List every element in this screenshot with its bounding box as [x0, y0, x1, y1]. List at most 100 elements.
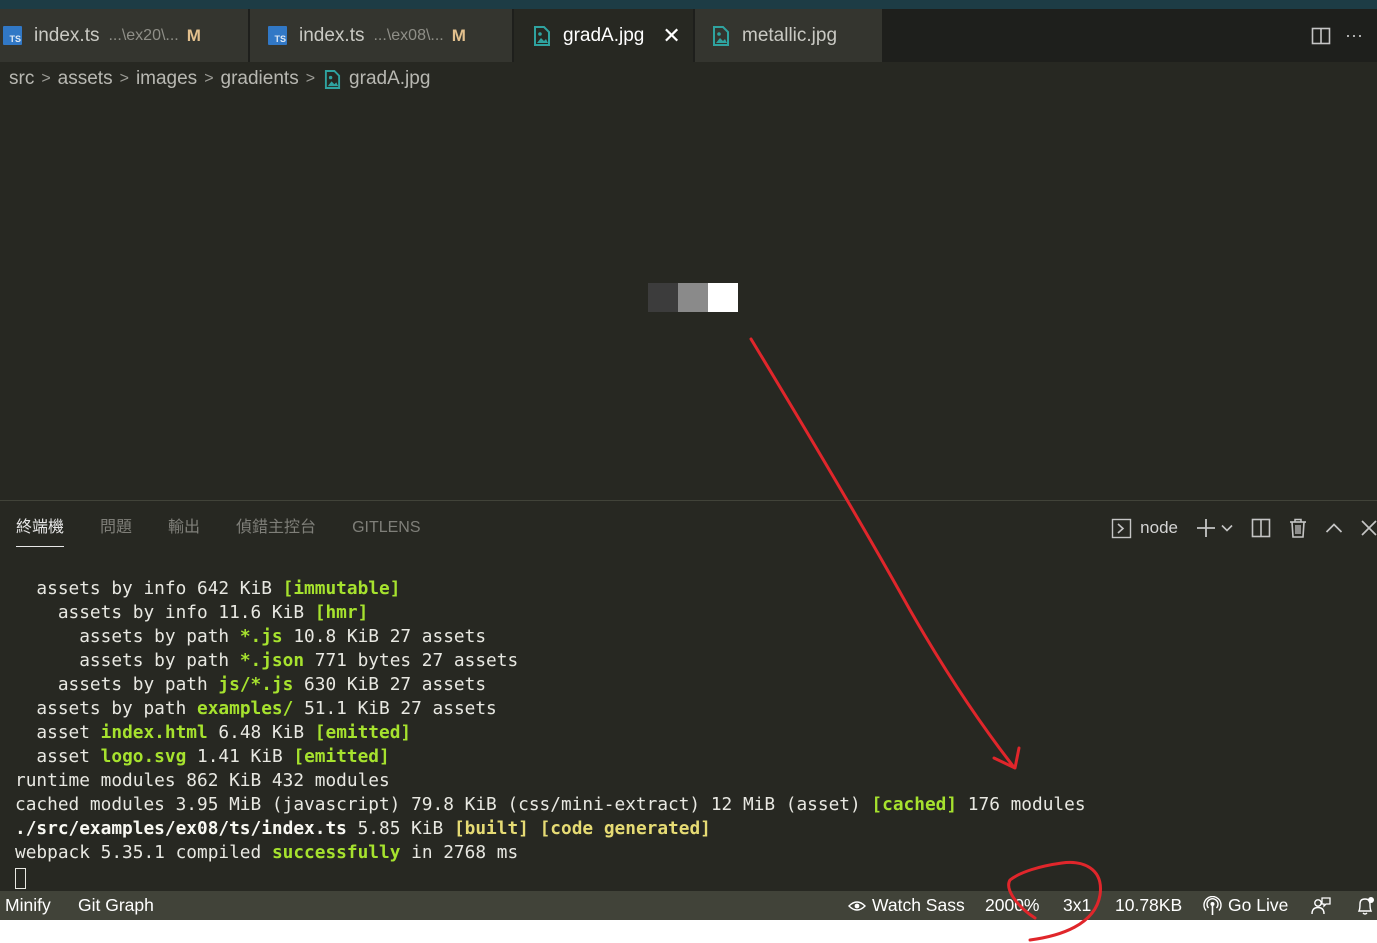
terminal-segment: assets by info 11.6 KiB — [15, 602, 315, 623]
terminal-segment: *.json — [239, 650, 305, 671]
terminal-segment: 6.48 KiB — [207, 722, 315, 743]
chevron-right-icon: > — [204, 70, 214, 87]
terminal-segment: 771 bytes 27 assets — [304, 650, 519, 671]
terminal-segment: 1.41 KiB — [186, 746, 294, 767]
chevron-right-icon: > — [119, 70, 129, 87]
tab-terminal[interactable]: 終端機 — [16, 515, 65, 547]
breadcrumb-item[interactable]: images — [136, 68, 197, 90]
watch-sass-label: Watch Sass — [872, 895, 965, 915]
close-icon[interactable]: ✕ — [662, 23, 680, 49]
terminal-segment: runtime modules 862 KiB 432 modules — [15, 770, 390, 791]
terminal-line: runtime modules 862 KiB 432 modules — [15, 769, 1365, 793]
typescript-icon: TS — [268, 26, 287, 45]
terminal-segment: [built] — [453, 818, 529, 839]
vscode-window: TS index.ts ...\ex20\... M TS index.ts .… — [0, 0, 1377, 920]
terminal-cursor-line — [15, 865, 1365, 889]
image-file-icon — [713, 25, 729, 46]
terminal-icon — [1111, 518, 1132, 538]
maximize-panel-button[interactable] — [1325, 522, 1343, 534]
tab-description: ...\ex08\... — [373, 26, 444, 44]
tab-metallic-jpg[interactable]: metallic.jpg — [695, 9, 883, 62]
chevron-up-icon — [1325, 523, 1343, 533]
tab-index-ts-ex08[interactable]: TS index.ts ...\ex08\... M — [250, 9, 513, 62]
tab-label: gradA.jpg — [563, 24, 645, 46]
terminal-segment: *.js — [239, 626, 283, 647]
tab-index-ts-ex20[interactable]: TS index.ts ...\ex20\... M — [0, 9, 249, 62]
terminal-segment: asset — [15, 722, 101, 743]
terminal-segment: assets by path — [15, 698, 197, 719]
panel-tabs: 終端機 問題 輸出 偵錯主控台 GITLENS — [16, 515, 457, 549]
tab-problems[interactable]: 問題 — [100, 515, 132, 547]
terminal-segment: assets by info 642 KiB — [15, 578, 283, 599]
terminal-segment: cached modules 3.95 MiB (javascript) 79.… — [15, 794, 872, 815]
previewed-image[interactable] — [648, 283, 738, 312]
eye-icon — [848, 900, 866, 911]
terminal-line: assets by path js/*.js 630 KiB 27 assets — [15, 673, 1365, 697]
terminal-line: ./src/examples/ex08/ts/index.ts 5.85 KiB… — [15, 817, 1365, 841]
close-panel-button[interactable] — [1361, 520, 1377, 536]
kill-terminal-button[interactable] — [1289, 518, 1307, 538]
zoom-level[interactable]: 2000% — [985, 891, 1040, 920]
tab-label: index.ts — [34, 24, 100, 46]
notifications-button[interactable] — [1355, 891, 1377, 920]
terminal-output[interactable]: assets by info 642 KiB [immutable] asset… — [15, 577, 1365, 889]
go-live-button[interactable]: Go Live — [1203, 891, 1288, 920]
tab-description: ...\ex20\... — [108, 26, 179, 44]
terminal-line: asset index.html 6.48 KiB [emitted] — [15, 721, 1365, 745]
tab-gitlens[interactable]: GITLENS — [352, 515, 420, 547]
panel-actions: node — [1111, 513, 1377, 543]
git-graph-button[interactable]: Git Graph — [78, 891, 154, 920]
terminal-segment: 630 KiB 27 assets — [293, 674, 487, 695]
image-preview-area[interactable] — [0, 96, 1377, 500]
terminal-line: asset logo.svg 1.41 KiB [emitted] — [15, 745, 1365, 769]
status-bar: Minify Git Graph Watch Sass 2000% 3x1 10… — [0, 891, 1377, 920]
chevron-down-icon[interactable] — [1221, 522, 1233, 534]
terminal-segment: examples/ — [197, 698, 294, 719]
pixel — [708, 283, 738, 312]
broadcast-icon — [1203, 895, 1222, 915]
terminal-line: assets by path *.js 10.8 KiB 27 assets — [15, 625, 1365, 649]
title-strip — [0, 0, 1377, 9]
modified-badge: M — [186, 25, 201, 45]
terminal-segment: assets by path — [15, 674, 219, 695]
terminal-line: assets by info 11.6 KiB [hmr] — [15, 601, 1365, 625]
terminal-segment: [hmr] — [314, 602, 369, 623]
more-actions-icon[interactable]: ··· — [1345, 25, 1363, 46]
terminal-segment: assets by path — [15, 626, 240, 647]
modified-badge: M — [451, 25, 466, 45]
breadcrumb-item[interactable]: gradients — [221, 68, 299, 90]
image-file-icon — [324, 69, 341, 89]
chevron-right-icon: > — [305, 70, 316, 87]
terminal-selector[interactable]: node — [1111, 518, 1178, 539]
breadcrumb-item[interactable]: assets — [58, 68, 113, 90]
terminal-segment: asset — [15, 746, 101, 767]
terminal-line: assets by info 642 KiB [immutable] — [15, 577, 1365, 601]
tab-debug-console[interactable]: 偵錯主控台 — [236, 515, 316, 547]
terminal-segment: 176 modules — [957, 794, 1086, 815]
terminal-line: assets by path *.json 771 bytes 27 asset… — [15, 649, 1365, 673]
feedback-button[interactable] — [1311, 891, 1331, 920]
tab-grada-jpg[interactable]: gradA.jpg ✕ — [514, 9, 694, 62]
terminal-line: webpack 5.35.1 compiled successfully in … — [15, 841, 1365, 865]
watch-sass-button[interactable]: Watch Sass — [848, 891, 965, 920]
terminal-segment: logo.svg — [100, 746, 187, 767]
terminal-segment: 5.85 KiB — [346, 818, 454, 839]
feedback-person-icon — [1311, 896, 1331, 914]
terminal-segment: in 2768 ms — [400, 842, 519, 863]
breadcrumb-item[interactable]: gradA.jpg — [349, 68, 430, 90]
terminal-segment: [cached] — [871, 794, 958, 815]
new-terminal-button[interactable] — [1196, 518, 1233, 538]
terminal-segment: successfully — [271, 842, 401, 863]
breadcrumb-item[interactable]: src — [9, 68, 34, 90]
minify-button[interactable]: Minify — [5, 891, 51, 920]
terminal-segment — [529, 818, 540, 839]
terminal-segment: webpack 5.35.1 compiled — [15, 842, 272, 863]
editor-tab-bar: TS index.ts ...\ex20\... M TS index.ts .… — [0, 9, 1377, 62]
tab-output[interactable]: 輸出 — [168, 515, 200, 547]
split-terminal-button[interactable] — [1251, 518, 1271, 538]
trash-icon — [1290, 518, 1306, 538]
image-file-icon — [534, 25, 550, 46]
terminal-name: node — [1140, 518, 1178, 537]
split-editor-icon[interactable] — [1311, 26, 1331, 46]
pixel — [678, 283, 708, 312]
